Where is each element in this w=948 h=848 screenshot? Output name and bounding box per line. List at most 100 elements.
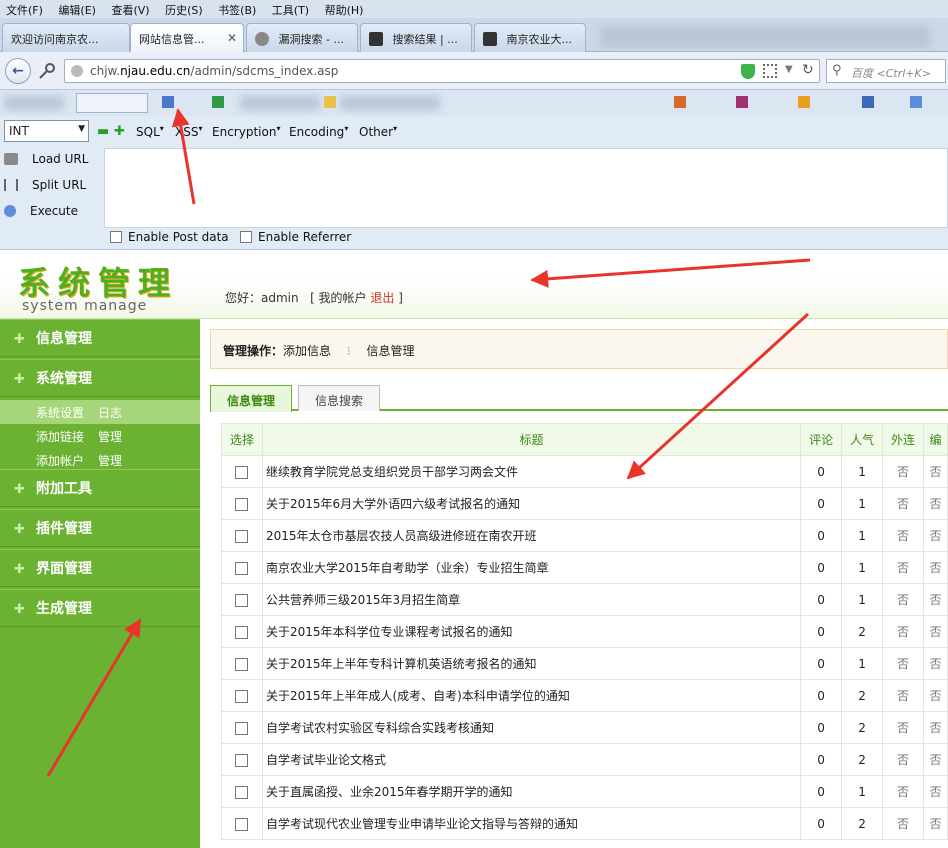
split-url-button[interactable]: Split URL xyxy=(4,178,86,192)
url-textarea[interactable] xyxy=(104,148,948,228)
address-bar[interactable]: chjw.njau.edu.cn/admin/sdcms_index.asp ▼… xyxy=(64,59,820,83)
type-select[interactable]: INT ▼ xyxy=(4,120,89,142)
row-title[interactable]: 自学考试毕业论文格式 xyxy=(261,743,802,776)
menu-history[interactable]: 历史(S) xyxy=(159,0,209,18)
row-title[interactable]: 2015年太仓市基层农技人员高级进修班在南农开班 xyxy=(261,519,802,552)
close-icon[interactable]: ✕ xyxy=(227,31,237,45)
encoding-menu[interactable]: Encoding▾ xyxy=(289,124,348,139)
url-text[interactable]: chjw.njau.edu.cn/admin/sdcms_index.asp xyxy=(90,64,338,78)
row-extra: 否 xyxy=(923,711,948,744)
row-checkbox[interactable] xyxy=(235,497,249,511)
search-box[interactable]: ⚲ 百度 <Ctrl+K> xyxy=(826,59,946,83)
browser-tab[interactable]: 漏洞搜索 - ... xyxy=(246,23,358,52)
row-title[interactable]: 关于2015年上半年成人(成考、自考)本科申请学位的通知 xyxy=(261,679,802,712)
row-comments: 0 xyxy=(800,519,843,552)
tab-label: 搜索结果 | ... xyxy=(392,33,458,46)
logout-link[interactable]: 退出 xyxy=(370,291,394,305)
table-row: 自学考试现代农业管理专业申请毕业论文指导与答辩的通知 0 2 否否 xyxy=(221,807,948,840)
bookmark-icon xyxy=(798,96,810,108)
reload-icon[interactable]: ↻ xyxy=(802,62,814,78)
tab-info-search[interactable]: 信息搜索 xyxy=(298,385,381,411)
row-extra: 否 xyxy=(923,743,948,776)
minus-icon[interactable]: ▬ xyxy=(97,124,109,139)
table-row: 继续教育学院党总支组织党员干部学习两会文件 0 1 否否 xyxy=(221,455,948,488)
key-icon[interactable] xyxy=(38,62,56,80)
enable-referrer-checkbox[interactable]: Enable Referrer xyxy=(240,230,351,244)
content-tabs: 信息管理 信息搜索 xyxy=(210,383,948,412)
enable-post-checkbox[interactable]: Enable Post data xyxy=(110,230,229,244)
row-title[interactable]: 公共营养师三级2015年3月招生简章 xyxy=(261,583,802,616)
row-checkbox[interactable] xyxy=(235,593,249,607)
sidebar-group-generate[interactable]: ✚ 生成管理 xyxy=(0,589,200,627)
row-checkbox[interactable] xyxy=(235,529,249,543)
row-external: 否 xyxy=(882,487,924,520)
menu-bookmarks[interactable]: 书签(B) xyxy=(212,0,262,18)
sidebar-group-interface[interactable]: ✚ 界面管理 xyxy=(0,549,200,587)
browser-tab[interactable]: 欢迎访问南京农... xyxy=(2,23,130,52)
xss-menu[interactable]: XSS▾ xyxy=(175,124,202,139)
row-checkbox[interactable] xyxy=(235,785,249,799)
menu-tools[interactable]: 工具(T) xyxy=(266,0,315,18)
row-checkbox[interactable] xyxy=(235,817,249,831)
row-title[interactable]: 自学考试农村实验区专科综合实践考核通知 xyxy=(261,711,802,744)
checkbox[interactable] xyxy=(240,231,252,243)
browser-tab[interactable]: 搜索结果 | ... xyxy=(360,23,472,52)
sidebar-group-tools[interactable]: ✚ 附加工具 xyxy=(0,469,200,507)
row-checkbox[interactable] xyxy=(235,561,249,575)
tab-label: 漏洞搜索 - ... xyxy=(278,33,344,46)
bookmark-icon xyxy=(910,96,922,108)
row-external: 否 xyxy=(882,775,924,808)
row-select-cell xyxy=(221,679,263,712)
browser-tab-active[interactable]: 网站信息管... ✕ xyxy=(130,23,244,53)
sidebar-group-system[interactable]: ✚ 系统管理 xyxy=(0,359,200,397)
other-menu[interactable]: Other▾ xyxy=(359,124,397,139)
row-external: 否 xyxy=(882,743,924,776)
checkbox[interactable] xyxy=(110,231,122,243)
sidebar-group-info[interactable]: ✚ 信息管理 xyxy=(0,319,200,357)
play-icon xyxy=(4,205,16,217)
dropdown-icon[interactable]: ▼ xyxy=(785,64,793,75)
menu-file[interactable]: 文件(F) xyxy=(0,0,49,18)
menu-view[interactable]: 查看(V) xyxy=(105,0,155,18)
row-extra: 否 xyxy=(923,679,948,712)
row-checkbox[interactable] xyxy=(235,465,249,479)
encryption-menu[interactable]: Encryption▾ xyxy=(212,124,280,139)
tab-info-manage[interactable]: 信息管理 xyxy=(210,385,293,412)
row-checkbox[interactable] xyxy=(235,721,249,735)
sidebar-group-plugins[interactable]: ✚ 插件管理 xyxy=(0,509,200,547)
back-button[interactable]: ← xyxy=(5,58,31,84)
row-title[interactable]: 关于直属函授、业余2015年春学期开学的通知 xyxy=(261,775,802,808)
row-title[interactable]: 南京农业大学2015年自考助学（业余）专业招生简章 xyxy=(261,551,802,584)
row-title[interactable]: 关于2015年本科学位专业课程考试报名的通知 xyxy=(261,615,802,648)
row-title[interactable]: 关于2015年上半年专科计算机英语统考报名的通知 xyxy=(261,647,802,680)
shield-icon[interactable] xyxy=(741,64,755,79)
tab-label: 南京农业大... xyxy=(506,33,573,46)
row-title[interactable]: 关于2015年6月大学外语四六级考试报名的通知 xyxy=(261,487,802,520)
row-extra: 否 xyxy=(923,487,948,520)
row-title[interactable]: 自学考试现代农业管理专业申请毕业论文指导与答辩的通知 xyxy=(261,807,802,840)
browser-tab[interactable]: 南京农业大... xyxy=(474,23,586,52)
manage-info-link[interactable]: 信息管理 xyxy=(367,344,415,358)
row-checkbox[interactable] xyxy=(235,625,249,639)
my-account-link[interactable]: [ 我的帐户 xyxy=(310,291,367,305)
menu-edit[interactable]: 编辑(E) xyxy=(52,0,102,18)
execute-button[interactable]: Execute xyxy=(4,204,78,218)
add-info-link[interactable]: 添加信息 xyxy=(283,344,331,358)
table-header-row: 选择 标题 评论 人气 外连 编 xyxy=(221,423,948,456)
qrcode-icon[interactable] xyxy=(763,64,777,78)
row-title[interactable]: 继续教育学院党总支组织党员干部学习两会文件 xyxy=(261,455,802,488)
sidebar-sub-links[interactable]: 添加链接 管理 xyxy=(0,424,200,448)
load-url-button[interactable]: Load URL xyxy=(4,152,88,166)
plus-icon[interactable]: ✚ xyxy=(114,124,125,139)
column-header: 人气 xyxy=(841,423,884,456)
sidebar-sub-settings[interactable]: 系统设置 日志 xyxy=(0,400,200,424)
row-checkbox[interactable] xyxy=(235,753,249,767)
row-select-cell xyxy=(221,519,263,552)
row-external: 否 xyxy=(882,551,924,584)
menu-help[interactable]: 帮助(H) xyxy=(319,0,370,18)
tab-label: 网站信息管... xyxy=(139,33,205,46)
row-views: 1 xyxy=(841,519,884,552)
row-checkbox[interactable] xyxy=(235,657,249,671)
row-checkbox[interactable] xyxy=(235,689,249,703)
sql-menu[interactable]: SQL▾ xyxy=(136,124,164,139)
